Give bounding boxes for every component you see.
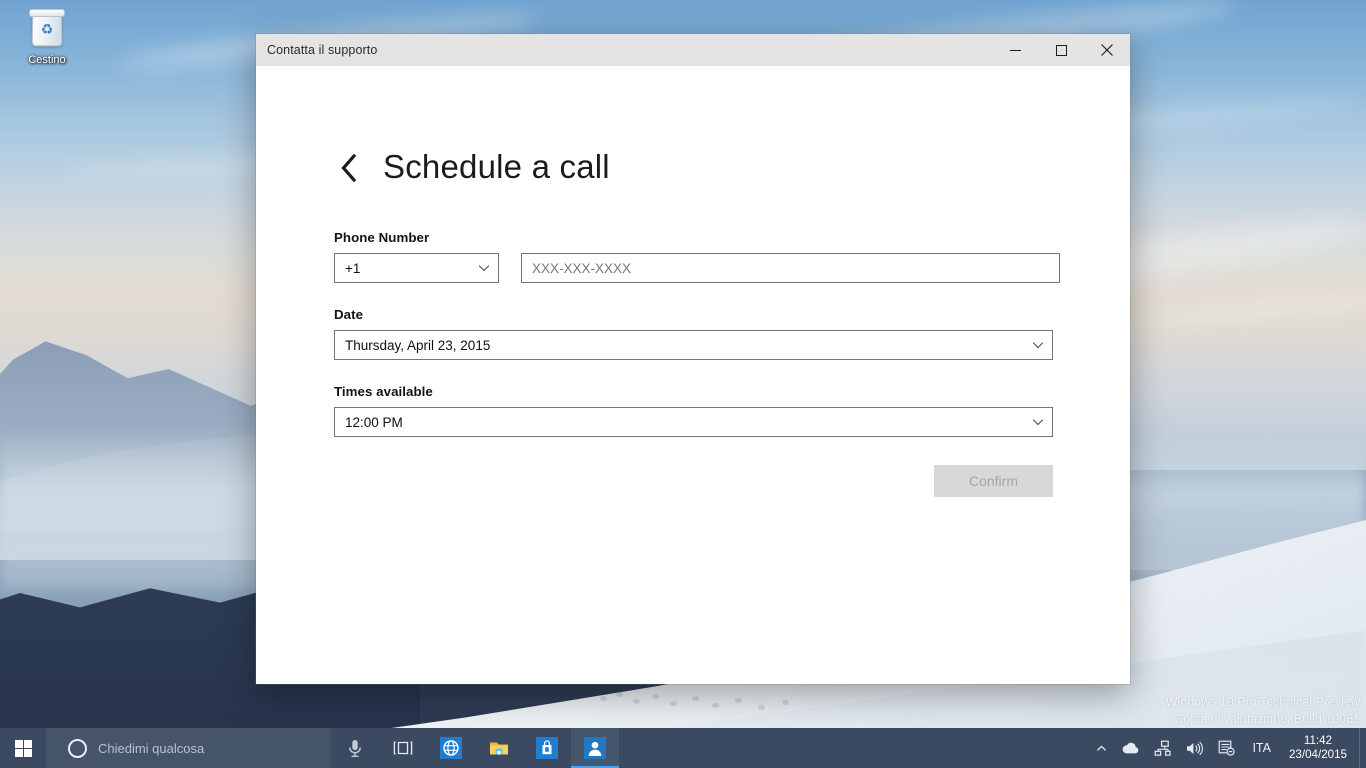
time-group: Times available 12:00 PM: [334, 384, 1130, 437]
close-icon: [1101, 44, 1113, 56]
date-value: Thursday, April 23, 2015: [345, 337, 491, 353]
volume-button[interactable]: [1178, 728, 1211, 768]
phone-number-row: +1: [334, 253, 1130, 283]
network-button[interactable]: [1147, 728, 1178, 768]
action-center-button[interactable]: [1211, 728, 1242, 768]
confirm-button[interactable]: Confirm: [934, 465, 1053, 497]
phone-number-label: Phone Number: [334, 230, 430, 245]
maximize-icon: [1055, 44, 1067, 56]
task-view-icon: [393, 741, 413, 755]
show-desktop-button[interactable]: [1359, 728, 1366, 768]
store-icon: [536, 737, 558, 759]
contact-support-icon: [584, 737, 606, 759]
chevron-up-icon: [1097, 745, 1107, 751]
chevron-down-icon: [1032, 419, 1044, 426]
contact-support-button[interactable]: [571, 728, 619, 768]
edge-browser-button[interactable]: [427, 728, 475, 768]
country-code-value: +1: [345, 260, 361, 276]
country-code-select[interactable]: +1: [334, 253, 499, 283]
file-explorer-button[interactable]: [475, 728, 523, 768]
cortana-search-box[interactable]: Chiedimi qualcosa: [46, 728, 331, 768]
schedule-call-form: Phone Number +1 Date Thursday, April 23,…: [256, 186, 1130, 497]
store-button[interactable]: [523, 728, 571, 768]
date-select[interactable]: Thursday, April 23, 2015: [334, 330, 1053, 360]
task-view-button[interactable]: [379, 728, 427, 768]
chevron-down-icon: [1032, 342, 1044, 349]
window-content: Schedule a call Phone Number +1 XXX-XXX-…: [256, 66, 1130, 684]
file-explorer-icon: [490, 742, 508, 755]
footprints: [600, 690, 820, 720]
confirm-row: Confirm: [334, 465, 1053, 497]
minimize-button[interactable]: [992, 34, 1038, 66]
microphone-button[interactable]: [331, 728, 379, 768]
cortana-ring-icon: [68, 738, 87, 758]
system-tray: ITA 11:42 23/04/2015: [1089, 728, 1366, 768]
onedrive-button[interactable]: [1114, 728, 1147, 768]
language-indicator[interactable]: ITA: [1242, 741, 1281, 755]
phone-number-input[interactable]: [521, 253, 1060, 283]
chevron-left-icon: [340, 154, 356, 182]
time-value: 12:00 PM: [345, 414, 403, 430]
date-group: Date Thursday, April 23, 2015: [334, 307, 1130, 360]
cortana-placeholder: Chiedimi qualcosa: [98, 740, 205, 756]
window-title-bar[interactable]: Contatta il supporto: [256, 34, 1130, 66]
desktop-icon-recycle-bin[interactable]: ♻ Cestino: [10, 6, 84, 74]
clock[interactable]: 11:42 23/04/2015: [1281, 734, 1359, 762]
window-controls: [992, 34, 1130, 66]
page-header: Schedule a call: [256, 66, 1130, 186]
window-title: Contatta il supporto: [267, 43, 378, 57]
windows-logo-icon: [14, 739, 32, 757]
close-button[interactable]: [1084, 34, 1130, 66]
action-center-icon: [1219, 740, 1236, 756]
back-button[interactable]: [333, 151, 363, 185]
network-icon: [1155, 740, 1172, 756]
time-select[interactable]: 12:00 PM: [334, 407, 1053, 437]
microphone-icon: [349, 740, 361, 757]
cloud-icon: [1123, 742, 1139, 754]
time-label: Times available: [334, 384, 433, 399]
edge-browser-icon: [440, 737, 462, 759]
maximize-button[interactable]: [1038, 34, 1084, 66]
contact-support-window[interactable]: Contatta il supporto Schedule a call Pho…: [256, 34, 1130, 684]
chevron-down-icon: [478, 265, 490, 272]
clock-time: 11:42: [1303, 734, 1333, 747]
taskbar: Chiedimi qualcosa ITA 11:42 23/04/2015: [0, 728, 1366, 768]
recycle-bin-icon: ♻: [10, 6, 84, 52]
start-button[interactable]: [0, 728, 46, 768]
speaker-icon: [1187, 741, 1204, 755]
desktop-icon-label: Cestino: [28, 54, 66, 66]
show-hidden-icons-button[interactable]: [1089, 728, 1114, 768]
page-title: Schedule a call: [383, 148, 610, 185]
minimize-icon: [1009, 49, 1021, 51]
date-label: Date: [334, 307, 364, 322]
phone-number-group: Phone Number +1: [334, 230, 1130, 283]
clock-date: 23/04/2015: [1288, 748, 1347, 761]
